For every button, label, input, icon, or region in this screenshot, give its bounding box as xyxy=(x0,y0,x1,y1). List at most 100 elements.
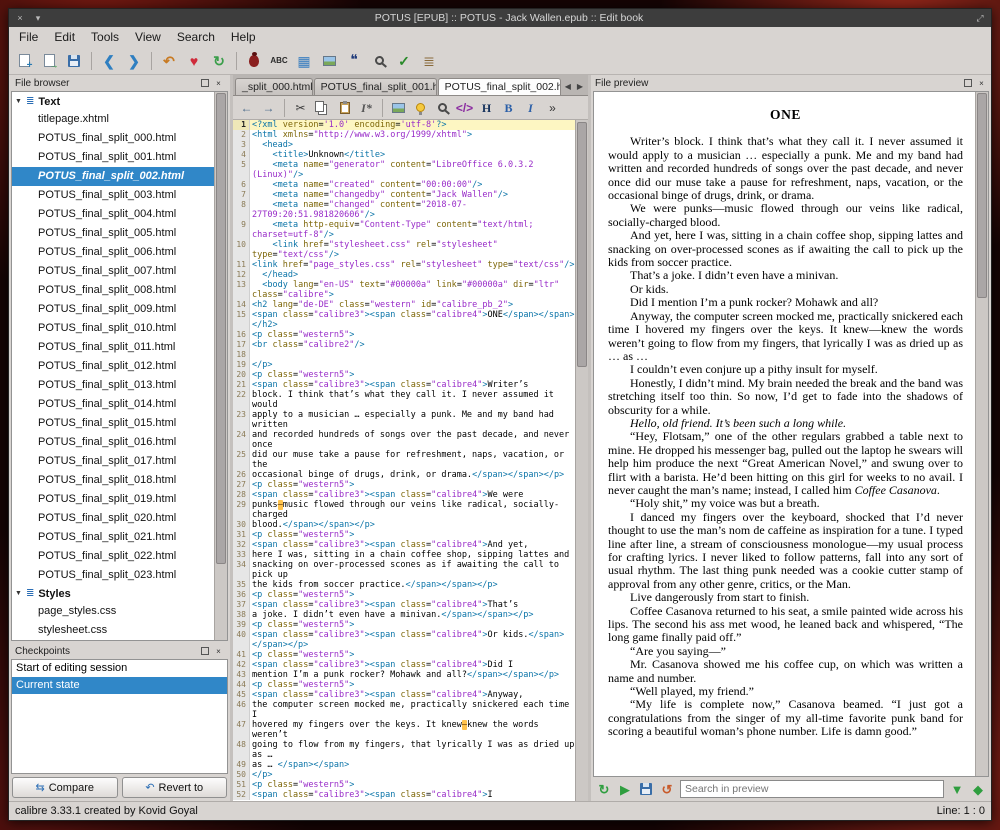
copy-button[interactable] xyxy=(312,97,333,118)
menu-view[interactable]: View xyxy=(127,28,169,46)
menu-search[interactable]: Search xyxy=(169,28,223,46)
file-item[interactable]: POTUS_final_split_013.html xyxy=(12,376,214,395)
find-next-preview-button[interactable]: ▼ xyxy=(947,779,967,799)
file-item[interactable]: POTUS_final_split_008.html xyxy=(12,281,214,300)
menu-tools[interactable]: Tools xyxy=(83,28,127,46)
search-button[interactable] xyxy=(367,49,391,73)
sync-position-button[interactable]: ◆ xyxy=(968,779,988,799)
file-item[interactable]: POTUS_final_split_009.html xyxy=(12,300,214,319)
nav-back-button[interactable]: ← xyxy=(236,97,257,118)
arrange-files-button[interactable]: ▦ xyxy=(292,49,316,73)
code-editor[interactable]: 1<?xml version='1.0' encoding='utf-8'?>2… xyxy=(233,120,575,801)
chapter-heading: ONE xyxy=(608,108,963,121)
file-item[interactable]: titlepage.xhtml xyxy=(12,110,214,129)
global-undo-button[interactable]: ❮ xyxy=(97,49,121,73)
file-item[interactable]: POTUS_final_split_002.html xyxy=(12,167,214,186)
open-book-button[interactable] xyxy=(37,49,61,73)
file-item[interactable]: POTUS_final_split_007.html xyxy=(12,262,214,281)
menu-file[interactable]: File xyxy=(11,28,46,46)
live-preview-button[interactable]: ▶ xyxy=(615,779,635,799)
file-item[interactable]: POTUS_final_split_005.html xyxy=(12,224,214,243)
reports-button[interactable]: ≣ xyxy=(417,49,441,73)
preview-search-input[interactable] xyxy=(680,780,944,798)
check-links-button[interactable]: ✓ xyxy=(392,49,416,73)
file-item[interactable]: POTUS_final_split_020.html xyxy=(12,509,214,528)
style-bold-button[interactable]: B xyxy=(498,97,519,118)
sync-refresh-button[interactable]: ↻ xyxy=(207,49,231,73)
menu-edit[interactable]: Edit xyxy=(46,28,83,46)
file-item[interactable]: POTUS_final_split_022.html xyxy=(12,547,214,566)
file-item[interactable]: POTUS_final_split_012.html xyxy=(12,357,214,376)
preview-scrollbar[interactable] xyxy=(975,92,988,776)
window-close-icon[interactable]: × xyxy=(14,13,26,23)
file-item[interactable]: POTUS_final_split_010.html xyxy=(12,319,214,338)
file-item[interactable]: POTUS_final_split_003.html xyxy=(12,186,214,205)
checkpoint-item[interactable]: Start of editing session xyxy=(12,660,227,677)
line-number: 25 xyxy=(233,450,250,470)
code-line: <span class="calibre3"><span class="cali… xyxy=(250,540,575,550)
nav-forward-button[interactable]: → xyxy=(258,97,279,118)
file-tree-scrollbar[interactable] xyxy=(214,92,227,640)
file-preview-close-icon[interactable]: × xyxy=(976,78,987,89)
find-replace-button[interactable] xyxy=(432,97,453,118)
refresh-preview-button[interactable]: ↻ xyxy=(594,779,614,799)
arrange-files-icon: ▦ xyxy=(297,54,310,68)
file-preview-float-icon[interactable] xyxy=(964,79,972,87)
reload-preview-button[interactable]: ↺ xyxy=(657,779,677,799)
new-file-button[interactable] xyxy=(12,49,36,73)
file-item[interactable]: POTUS_final_split_001.html xyxy=(12,148,214,167)
editor-tab[interactable]: POTUS_final_split_001.html× xyxy=(314,78,437,95)
file-item[interactable]: POTUS_final_split_017.html xyxy=(12,452,214,471)
revert-button[interactable]: ↶ xyxy=(157,49,181,73)
section-text[interactable]: ▼≣Text xyxy=(12,93,214,110)
spell-check-button[interactable]: ABC xyxy=(267,49,291,73)
revert-button[interactable]: ↶ Revert to xyxy=(122,777,228,798)
insert-image-button[interactable] xyxy=(388,97,409,118)
file-item[interactable]: POTUS_final_split_016.html xyxy=(12,433,214,452)
insert-image-button[interactable] xyxy=(317,49,341,73)
global-redo-button[interactable]: ❯ xyxy=(122,49,146,73)
cut-button[interactable]: ✂ xyxy=(290,97,311,118)
save-book-button[interactable] xyxy=(62,49,86,73)
checkpoints-float-icon[interactable] xyxy=(201,647,209,655)
toolbar-overflow-button[interactable]: » xyxy=(542,97,563,118)
file-item[interactable]: page_styles.css xyxy=(12,602,214,621)
pretty-print-button[interactable]: </> xyxy=(454,97,475,118)
checkpoints-close-icon[interactable]: × xyxy=(213,646,224,657)
file-browser-float-icon[interactable] xyxy=(201,79,209,87)
file-item[interactable]: POTUS_final_split_000.html xyxy=(12,129,214,148)
file-browser-close-icon[interactable]: × xyxy=(213,78,224,89)
save-preview-button[interactable] xyxy=(636,779,656,799)
style-italic-button[interactable]: I xyxy=(520,97,541,118)
paste-button[interactable] xyxy=(334,97,355,118)
style-heading-button[interactable]: H xyxy=(476,97,497,118)
section-styles[interactable]: ▼≣Styles xyxy=(12,585,214,602)
compare-button[interactable]: ⇆ Compare xyxy=(12,777,118,798)
tab-scroll-left-icon[interactable]: ◀ xyxy=(562,82,574,91)
preview-content[interactable]: ONE Writer’s block. I think that’s what … xyxy=(594,92,975,776)
file-item[interactable]: stylesheet.css xyxy=(12,621,214,640)
smarten-punctuation-button[interactable]: ❝ xyxy=(342,49,366,73)
file-item[interactable]: POTUS_final_split_019.html xyxy=(12,490,214,509)
editor-tab[interactable]: POTUS_final_split_002.html× xyxy=(438,78,561,95)
editor-scrollbar[interactable] xyxy=(575,120,588,801)
menu-help[interactable]: Help xyxy=(223,28,264,46)
check-book-button[interactable] xyxy=(242,49,266,73)
checkpoint-item[interactable]: Current state xyxy=(12,677,227,694)
file-item[interactable]: POTUS_final_split_014.html xyxy=(12,395,214,414)
file-item[interactable]: POTUS_final_split_018.html xyxy=(12,471,214,490)
file-item[interactable]: POTUS_final_split_004.html xyxy=(12,205,214,224)
smart-comment-button[interactable] xyxy=(410,97,431,118)
file-item[interactable]: POTUS_final_split_021.html xyxy=(12,528,214,547)
insert-special-char-button[interactable]: I* xyxy=(356,97,377,118)
donate-button[interactable]: ♥ xyxy=(182,49,206,73)
window-shade-icon[interactable]: ▾ xyxy=(32,13,44,24)
file-item[interactable]: POTUS_final_split_011.html xyxy=(12,338,214,357)
tab-scroll-right-icon[interactable]: ▶ xyxy=(574,82,586,91)
editor-tab[interactable]: _split_000.html× xyxy=(235,78,313,95)
file-item[interactable]: POTUS_final_split_023.html xyxy=(12,566,214,585)
file-item[interactable]: POTUS_final_split_006.html xyxy=(12,243,214,262)
file-item[interactable]: POTUS_final_split_015.html xyxy=(12,414,214,433)
window-maximize-icon[interactable]: ⤢ xyxy=(974,13,986,24)
window-titlebar[interactable]: × ▾ POTUS [EPUB] :: POTUS - Jack Wallen.… xyxy=(9,9,991,27)
